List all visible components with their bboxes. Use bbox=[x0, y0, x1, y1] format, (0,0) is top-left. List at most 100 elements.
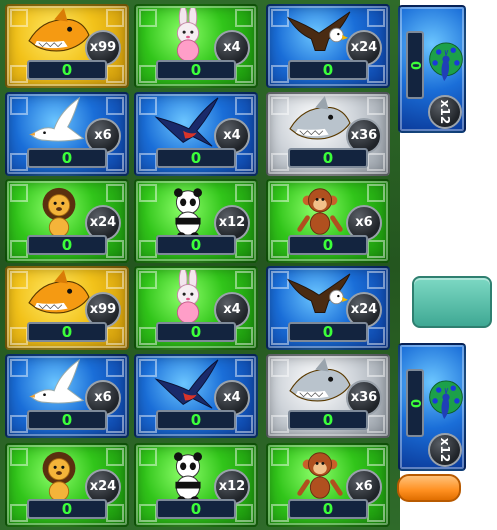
tile-corner-ornament bbox=[10, 415, 28, 433]
lion-icon bbox=[42, 451, 76, 502]
betting-board: x99 0 x4 0 x24 0 x6 0 x4 0 x36 0 x24 0 x12 0 bbox=[0, 0, 400, 530]
shark-icon bbox=[28, 270, 90, 314]
bet-amount-display: 0 bbox=[156, 410, 236, 430]
tile-corner-ornament bbox=[139, 65, 157, 83]
tile-corner-ornament bbox=[235, 415, 253, 433]
tile-corner-ornament bbox=[271, 240, 289, 258]
bet-tile-peacock[interactable]: 0 x12 bbox=[398, 343, 466, 471]
panda-icon bbox=[174, 188, 202, 239]
bet-tile-monkey[interactable]: x6 0 bbox=[266, 443, 390, 527]
tile-corner-ornament bbox=[367, 271, 385, 289]
bet-tile-lion[interactable]: x24 0 bbox=[5, 443, 129, 527]
tile-corner-ornament bbox=[139, 327, 157, 345]
tile-corner-ornament bbox=[106, 9, 124, 27]
tile-corner-ornament bbox=[235, 97, 253, 115]
bet-amount-display: 0 bbox=[156, 60, 236, 80]
tile-corner-ornament bbox=[367, 448, 385, 466]
dove-icon bbox=[29, 96, 85, 142]
peacock-icon bbox=[429, 380, 463, 420]
tile-corner-ornament bbox=[235, 9, 253, 27]
peacock-icon bbox=[429, 42, 463, 82]
eagle-icon bbox=[286, 273, 351, 313]
tile-corner-ornament bbox=[235, 240, 253, 258]
bet-tile-eagle[interactable]: x24 0 bbox=[266, 4, 390, 88]
bet-tile-rabbit[interactable]: x4 0 bbox=[134, 266, 258, 350]
tile-corner-ornament bbox=[106, 504, 124, 522]
bet-amount-display: 0 bbox=[406, 31, 424, 99]
bet-amount-display: 0 bbox=[27, 235, 107, 255]
bet-amount-display: 0 bbox=[288, 148, 368, 168]
tile-corner-ornament bbox=[367, 184, 385, 202]
multiplier-text: x12 bbox=[437, 437, 452, 463]
eagle-icon bbox=[286, 11, 351, 51]
bet-tile-panda[interactable]: x12 0 bbox=[134, 179, 258, 263]
tile-corner-ornament bbox=[106, 153, 124, 171]
bet-amount-display: 0 bbox=[156, 322, 236, 342]
tile-corner-ornament bbox=[367, 415, 385, 433]
bet-tile-swallow[interactable]: x4 0 bbox=[134, 92, 258, 176]
dove-icon bbox=[29, 358, 85, 404]
tile-corner-ornament bbox=[10, 327, 28, 345]
tile-corner-ornament bbox=[271, 415, 289, 433]
shark-icon bbox=[289, 96, 351, 140]
tile-corner-ornament bbox=[235, 448, 253, 466]
multiplier-badge: x12 bbox=[428, 95, 462, 129]
tile-corner-ornament bbox=[367, 153, 385, 171]
monkey-icon bbox=[297, 452, 343, 499]
tile-corner-ornament bbox=[271, 504, 289, 522]
tile-corner-ornament bbox=[10, 153, 28, 171]
shark-icon bbox=[289, 358, 351, 402]
tile-corner-ornament bbox=[235, 65, 253, 83]
bet-tile-lion[interactable]: x24 0 bbox=[5, 179, 129, 263]
bet-tile-dove[interactable]: x6 0 bbox=[5, 354, 129, 438]
bet-tile-rabbit[interactable]: x4 0 bbox=[134, 4, 258, 88]
bet-tile-dove[interactable]: x6 0 bbox=[5, 92, 129, 176]
tile-corner-ornament bbox=[106, 415, 124, 433]
teal-button[interactable] bbox=[412, 276, 492, 328]
tile-corner-ornament bbox=[367, 359, 385, 377]
tile-corner-ornament bbox=[271, 153, 289, 171]
bet-amount-text: 0 bbox=[407, 60, 423, 70]
bet-amount-display: 0 bbox=[288, 235, 368, 255]
tile-corner-ornament bbox=[367, 9, 385, 27]
bet-amount-display: 0 bbox=[27, 60, 107, 80]
bet-tile-peacock[interactable]: 0 x12 bbox=[398, 5, 466, 133]
bet-amount-display: 0 bbox=[27, 499, 107, 519]
tile-corner-ornament bbox=[106, 184, 124, 202]
bet-amount-text: 0 bbox=[407, 398, 423, 408]
tile-corner-ornament bbox=[235, 504, 253, 522]
bet-amount-display: 0 bbox=[288, 499, 368, 519]
lion-icon bbox=[42, 187, 76, 238]
tile-corner-ornament bbox=[106, 65, 124, 83]
tile-corner-ornament bbox=[10, 65, 28, 83]
tile-corner-ornament bbox=[235, 359, 253, 377]
tile-corner-ornament bbox=[139, 415, 157, 433]
bet-tile-shark[interactable]: x99 0 bbox=[5, 4, 129, 88]
multiplier-badge: x12 bbox=[428, 433, 462, 467]
tile-corner-ornament bbox=[139, 240, 157, 258]
tile-corner-ornament bbox=[10, 240, 28, 258]
tile-corner-ornament bbox=[367, 97, 385, 115]
tile-corner-ornament bbox=[10, 504, 28, 522]
tile-corner-ornament bbox=[106, 271, 124, 289]
orange-button[interactable] bbox=[397, 474, 461, 502]
bet-tile-panda[interactable]: x12 0 bbox=[134, 443, 258, 527]
bet-amount-display: 0 bbox=[406, 369, 424, 437]
bet-tile-shark[interactable]: x36 0 bbox=[266, 354, 390, 438]
bet-amount-display: 0 bbox=[288, 322, 368, 342]
bet-tile-eagle[interactable]: x24 0 bbox=[266, 266, 390, 350]
tile-corner-ornament bbox=[139, 153, 157, 171]
bet-tile-swallow[interactable]: x4 0 bbox=[134, 354, 258, 438]
shark-icon bbox=[28, 8, 90, 52]
bet-tile-shark[interactable]: x99 0 bbox=[5, 266, 129, 350]
tile-corner-ornament bbox=[235, 184, 253, 202]
tile-corner-ornament bbox=[106, 448, 124, 466]
bet-tile-shark[interactable]: x36 0 bbox=[266, 92, 390, 176]
tile-corner-ornament bbox=[367, 504, 385, 522]
bet-amount-display: 0 bbox=[27, 148, 107, 168]
tile-corner-ornament bbox=[271, 327, 289, 345]
bet-amount-display: 0 bbox=[156, 499, 236, 519]
bet-tile-monkey[interactable]: x6 0 bbox=[266, 179, 390, 263]
monkey-icon bbox=[297, 188, 343, 235]
bet-amount-display: 0 bbox=[27, 322, 107, 342]
